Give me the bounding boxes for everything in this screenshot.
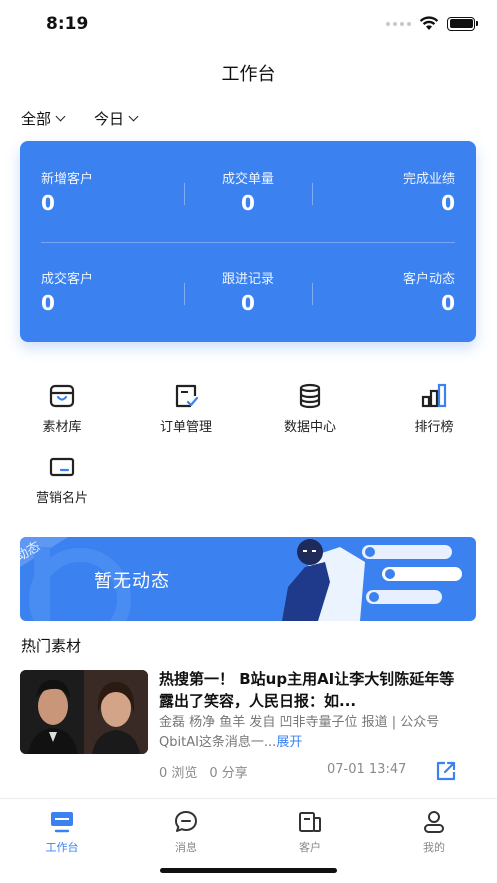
stat-value: 0 <box>41 191 55 215</box>
divider <box>312 283 313 305</box>
article-thumbnail <box>20 670 148 754</box>
article-title: 热搜第一！ B站up主用AI让李大钊陈延年等露出了笑容，人民日报：如... <box>159 670 455 710</box>
menu-label: 数据中心 <box>283 420 336 435</box>
stat-value: 0 <box>441 291 455 315</box>
stat-value: 0 <box>441 191 455 215</box>
chat-bubble-icon <box>175 811 197 832</box>
menu-ranking[interactable]: 排行榜 <box>384 382 484 435</box>
page-title: 工作台 <box>221 64 276 85</box>
user-icon <box>424 811 444 833</box>
stat-followup-records[interactable]: 跟进记录 0 <box>178 268 318 315</box>
article-date: 07-01 13:47 <box>327 762 407 777</box>
menu-order-management[interactable]: 订单管理 <box>136 382 236 435</box>
tab-label: 消息 <box>175 841 197 854</box>
tab-profile[interactable]: 我的 <box>399 809 469 855</box>
stat-label: 成交客户 <box>41 272 94 287</box>
order-management-icon <box>175 384 199 408</box>
view-count: 0 浏览 <box>159 766 198 781</box>
workbench-icon <box>51 812 73 833</box>
filter-bar: 全部 今日 <box>21 108 139 129</box>
stat-label: 成交单量 <box>221 172 274 187</box>
database-icon <box>299 383 321 409</box>
stat-value: 0 <box>241 291 255 315</box>
tab-messages[interactable]: 消息 <box>151 809 221 855</box>
menu-label: 排行榜 <box>414 420 454 435</box>
stat-performance[interactable]: 完成业绩 0 <box>315 168 455 215</box>
stat-value: 0 <box>241 191 255 215</box>
empty-activity-illustration <box>282 539 462 621</box>
business-card-icon <box>49 457 75 477</box>
stat-new-customers[interactable]: 新增客户 0 <box>41 168 181 215</box>
status-bar: 8:19 <box>0 0 497 50</box>
material-library-icon <box>49 384 75 408</box>
stat-label: 新增客户 <box>41 172 94 187</box>
article-stats: 0 浏览 0 分享 <box>159 762 248 781</box>
share-count: 0 分享 <box>209 766 248 781</box>
activity-banner[interactable]: 动态 暂无动态 <box>20 537 476 621</box>
menu-label: 营销名片 <box>35 491 88 506</box>
share-icon[interactable] <box>435 760 457 782</box>
ranking-icon <box>421 383 447 408</box>
article-card[interactable]: 热搜第一！ B站up主用AI让李大钊陈延年等露出了笑容，人民日报：如... 金磊… <box>20 668 476 783</box>
stat-label: 客户动态 <box>402 272 455 287</box>
chevron-down-icon <box>55 111 66 122</box>
tab-label: 我的 <box>423 841 445 854</box>
period-filter-label: 今日 <box>94 110 125 128</box>
menu-material-library[interactable]: 素材库 <box>12 382 112 435</box>
divider <box>312 183 313 205</box>
scope-filter-dropdown[interactable]: 全部 <box>21 108 66 129</box>
wifi-icon <box>419 16 439 30</box>
signal-icon <box>386 21 411 26</box>
stat-label: 完成业绩 <box>402 172 455 187</box>
menu-label: 订单管理 <box>159 420 212 435</box>
menu-label: 素材库 <box>42 420 82 435</box>
stat-label: 跟进记录 <box>221 272 274 287</box>
stat-value: 0 <box>41 291 55 315</box>
tab-label: 客户 <box>299 841 321 854</box>
divider <box>184 183 185 205</box>
divider <box>184 283 185 305</box>
stat-deal-customers[interactable]: 成交客户 0 <box>41 268 181 315</box>
status-icons <box>386 16 478 31</box>
banner-empty-text: 暂无动态 <box>94 571 170 592</box>
battery-icon <box>447 16 478 31</box>
customer-book-icon <box>299 812 321 832</box>
menu-data-center[interactable]: 数据中心 <box>260 382 360 435</box>
tab-customers[interactable]: 客户 <box>275 809 345 855</box>
status-time: 8:19 <box>46 14 89 34</box>
chevron-down-icon <box>128 111 139 122</box>
stats-card: 新增客户 0 成交单量 0 完成业绩 0 成交客户 0 跟进记录 0 客户动态 … <box>20 141 476 342</box>
tab-workbench[interactable]: 工作台 <box>27 809 97 855</box>
stat-deal-orders[interactable]: 成交单量 0 <box>178 168 318 215</box>
divider <box>41 242 455 243</box>
hot-materials-title: 热门素材 <box>21 637 82 655</box>
period-filter-dropdown[interactable]: 今日 <box>94 108 139 129</box>
article-summary: 金磊 杨净 鱼羊 发自 凹非寺量子位 报道 | 公众号 QbitAI这条消息一.… <box>159 713 464 753</box>
stat-customer-activity[interactable]: 客户动态 0 <box>315 268 455 315</box>
expand-link[interactable]: 展开 <box>276 735 302 750</box>
scope-filter-label: 全部 <box>21 110 52 128</box>
menu-business-card[interactable]: 营销名片 <box>12 453 112 506</box>
tab-label: 工作台 <box>45 841 79 854</box>
home-indicator[interactable] <box>160 868 337 873</box>
